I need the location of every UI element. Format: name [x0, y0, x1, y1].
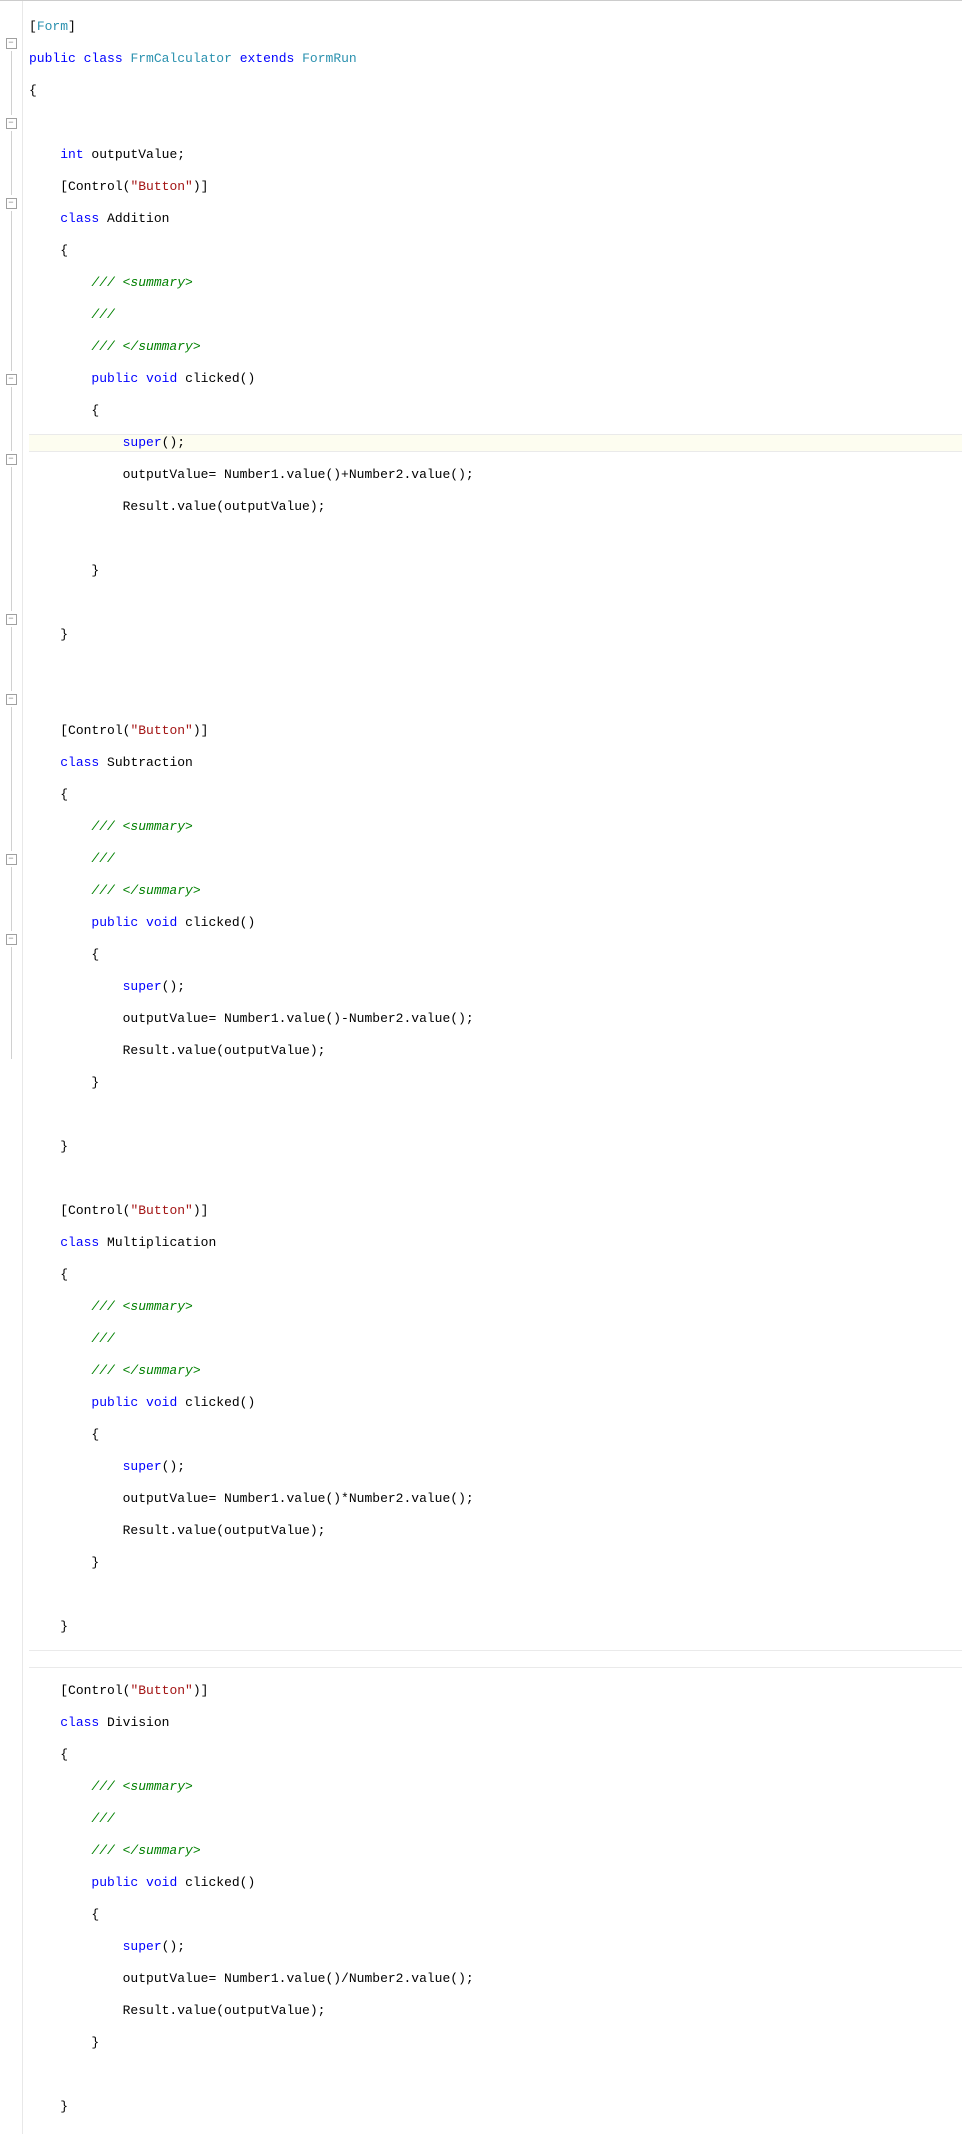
code-line[interactable]: } [29, 1139, 962, 1155]
code-line[interactable]: super(); [29, 434, 962, 452]
code-line[interactable]: } [29, 2035, 962, 2051]
code-line[interactable] [29, 2067, 962, 2083]
code-line[interactable]: /// </summary> [29, 883, 962, 899]
code-line[interactable] [29, 531, 962, 547]
code-line[interactable]: { [29, 243, 962, 259]
code-line[interactable]: public class FrmCalculator extends FormR… [29, 51, 962, 67]
code-line[interactable]: } [29, 627, 962, 643]
code-line[interactable]: Result.value(outputValue); [29, 1043, 962, 1059]
fold-icon[interactable]: − [6, 38, 17, 49]
code-line[interactable]: { [29, 1747, 962, 1763]
code-line[interactable]: public void clicked() [29, 915, 962, 931]
fold-icon[interactable]: − [6, 118, 17, 129]
code-line[interactable]: { [29, 1267, 962, 1283]
code-line[interactable]: } [29, 2099, 962, 2115]
code-line[interactable]: /// <summary> [29, 1299, 962, 1315]
fold-icon[interactable]: − [6, 614, 17, 625]
code-line[interactable]: Result.value(outputValue); [29, 2003, 962, 2019]
code-line[interactable]: super(); [29, 1939, 962, 1955]
code-line[interactable]: Result.value(outputValue); [29, 499, 962, 515]
fold-icon[interactable]: − [6, 694, 17, 705]
code-line[interactable]: /// </summary> [29, 1843, 962, 1859]
code-line[interactable]: /// [29, 307, 962, 323]
code-line[interactable]: public void clicked() [29, 371, 962, 387]
code-line[interactable]: /// </summary> [29, 339, 962, 355]
code-line[interactable]: [Form] [29, 19, 962, 35]
code-line[interactable]: [Control("Button")] [29, 1683, 962, 1699]
code-line[interactable]: super(); [29, 979, 962, 995]
code-line[interactable]: class Subtraction [29, 755, 962, 771]
code-line[interactable] [29, 595, 962, 611]
code-line[interactable]: /// <summary> [29, 819, 962, 835]
code-line[interactable]: [Control("Button")] [29, 179, 962, 195]
code-line[interactable] [29, 1171, 962, 1187]
fold-icon[interactable]: − [6, 454, 17, 465]
code-line[interactable]: } [29, 563, 962, 579]
code-line[interactable]: public void clicked() [29, 1875, 962, 1891]
code-line[interactable]: outputValue= Number1.value()-Number2.val… [29, 1011, 962, 1027]
fold-icon[interactable]: − [6, 374, 17, 385]
code-line[interactable]: class Division [29, 1715, 962, 1731]
code-line[interactable]: outputValue= Number1.value()*Number2.val… [29, 1491, 962, 1507]
fold-icon[interactable]: − [6, 934, 17, 945]
code-line[interactable]: outputValue= Number1.value()+Number2.val… [29, 467, 962, 483]
code-line[interactable]: /// <summary> [29, 1779, 962, 1795]
code-line[interactable]: } [29, 1619, 962, 1635]
code-line[interactable]: { [29, 1907, 962, 1923]
code-line[interactable] [29, 115, 962, 131]
code-line[interactable]: class Multiplication [29, 1235, 962, 1251]
fold-icon[interactable]: − [6, 854, 17, 865]
code-line[interactable] [29, 691, 962, 707]
code-line[interactable]: } [29, 1555, 962, 1571]
code-line[interactable]: [Control("Button")] [29, 723, 962, 739]
code-line[interactable]: /// [29, 851, 962, 867]
code-line[interactable]: { [29, 83, 962, 99]
code-line[interactable]: { [29, 1427, 962, 1443]
code-line[interactable]: /// </summary> [29, 1363, 962, 1379]
code-line[interactable]: class Addition [29, 211, 962, 227]
code-line[interactable]: public void clicked() [29, 1395, 962, 1411]
code-line[interactable] [29, 1107, 962, 1123]
code-line[interactable]: /// [29, 1811, 962, 1827]
code-line[interactable]: outputValue= Number1.value()/Number2.val… [29, 1971, 962, 1987]
code-area[interactable]: [Form] public class FrmCalculator extend… [23, 1, 962, 2134]
code-line[interactable]: Result.value(outputValue); [29, 1523, 962, 1539]
code-line[interactable] [29, 1650, 962, 1668]
code-line[interactable]: int outputValue; [29, 147, 962, 163]
code-line[interactable]: { [29, 947, 962, 963]
fold-icon[interactable]: − [6, 198, 17, 209]
code-line[interactable]: } [29, 1075, 962, 1091]
code-line[interactable]: { [29, 403, 962, 419]
code-line[interactable]: { [29, 787, 962, 803]
code-line[interactable]: /// <summary> [29, 275, 962, 291]
code-line[interactable]: super(); [29, 1459, 962, 1475]
code-line[interactable]: /// [29, 1331, 962, 1347]
code-line[interactable] [29, 659, 962, 675]
code-line[interactable]: [Control("Button")] [29, 1203, 962, 1219]
code-line[interactable] [29, 1587, 962, 1603]
fold-gutter: − − − − − − [0, 1, 23, 2134]
code-editor[interactable]: − − − − − − [0, 0, 962, 2134]
